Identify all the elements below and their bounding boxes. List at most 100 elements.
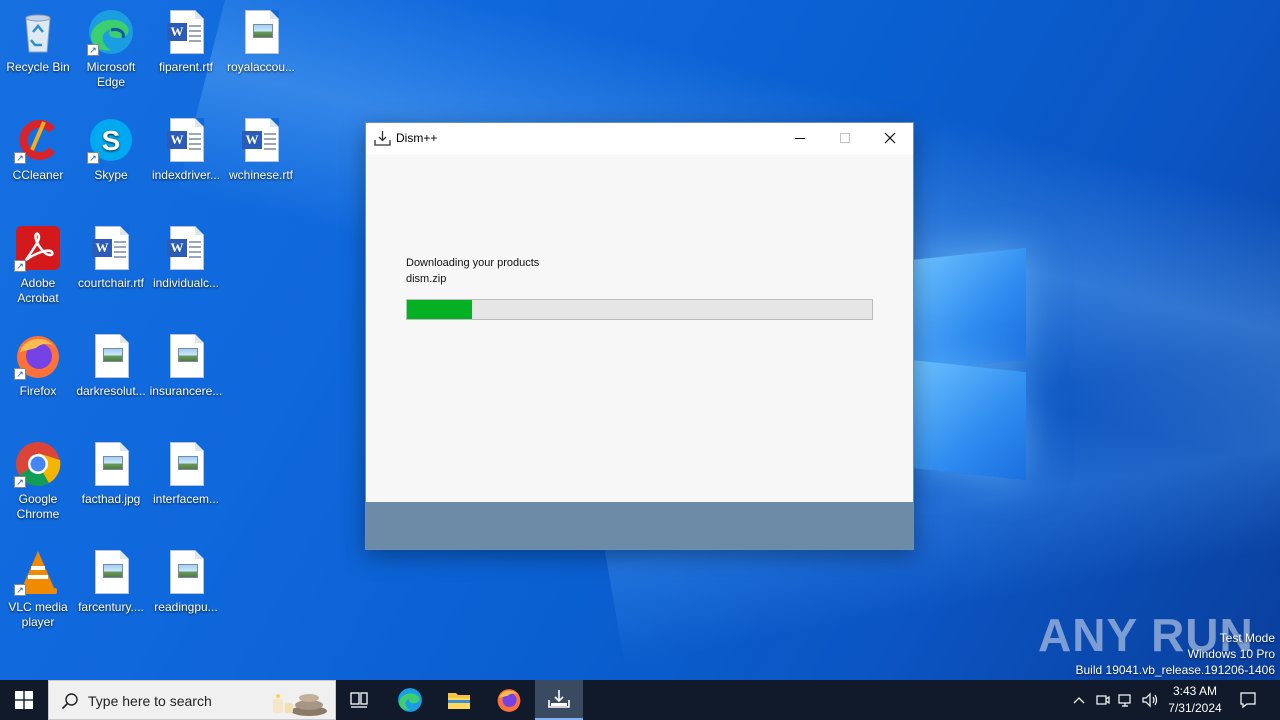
ccleaner-icon: ↗	[14, 116, 62, 164]
taskbar-edge[interactable]	[386, 680, 434, 720]
shortcut-arrow-icon: ↗	[14, 368, 26, 380]
taskbar-file-explorer[interactable]	[435, 680, 483, 720]
desktop-icon-skype[interactable]: S ↗ Skype	[73, 116, 149, 183]
edition-text: Windows 10 Pro	[1187, 647, 1275, 661]
shortcut-arrow-icon: ↗	[87, 152, 99, 164]
search-placeholder: Type here to search	[88, 693, 212, 709]
recycle-bin-icon	[14, 8, 62, 56]
svg-text:S: S	[102, 125, 121, 156]
desktop-icon-label: individualc...	[152, 276, 220, 290]
shortcut-arrow-icon: ↗	[87, 44, 99, 56]
image-file-icon	[162, 332, 210, 380]
word-document-icon: W	[162, 224, 210, 272]
meet-now-button[interactable]	[1092, 680, 1114, 720]
desktop-icon-label: indexdriver...	[151, 168, 221, 182]
shortcut-arrow-icon: ↗	[14, 260, 26, 272]
desktop-icon-label: insurancere...	[149, 384, 223, 398]
desktop-icon-individualc[interactable]: W individualc...	[148, 224, 224, 291]
notification-icon	[1240, 692, 1256, 709]
dism-icon	[548, 690, 570, 708]
minimize-button[interactable]	[777, 123, 822, 153]
volume-icon	[1142, 692, 1158, 708]
file-explorer-icon	[448, 693, 470, 709]
desktop-icon-farcentury[interactable]: farcentury....	[73, 548, 149, 615]
desktop-icon-label: interfacem...	[152, 492, 220, 506]
meet-now-icon	[1096, 695, 1110, 705]
desktop-icon-insurancere[interactable]: insurancere...	[148, 332, 224, 399]
skype-icon: S ↗	[87, 116, 135, 164]
test-mode-text: Test Mode	[1219, 631, 1275, 645]
desktop-icon-microsoft-edge[interactable]: ↗ Microsoft Edge	[73, 8, 149, 90]
build-text: Build 19041.vb_release.191206-1406	[1075, 663, 1276, 677]
desktop-icon-royalaccou[interactable]: royalaccou...	[223, 8, 299, 75]
firefox-icon	[497, 689, 521, 712]
word-document-icon: W	[162, 8, 210, 56]
chrome-icon: ↗	[14, 440, 62, 488]
network-icon	[1118, 694, 1131, 707]
close-button[interactable]	[867, 123, 912, 153]
desktop-icon-readingpu[interactable]: readingpu...	[148, 548, 224, 615]
image-file-icon	[162, 548, 210, 596]
minimize-icon	[794, 138, 805, 139]
shortcut-arrow-icon: ↗	[14, 476, 26, 488]
action-center-button[interactable]	[1232, 680, 1264, 720]
task-view-icon	[350, 692, 368, 708]
taskbar-firefox[interactable]	[485, 680, 533, 720]
start-button[interactable]	[0, 680, 48, 720]
edge-icon: ↗	[87, 8, 135, 56]
desktop-icon-recycle-bin[interactable]: Recycle Bin	[0, 8, 76, 75]
desktop-icon-label: fiparent.rtf	[158, 60, 214, 74]
maximize-icon	[839, 133, 850, 143]
shortcut-arrow-icon: ↗	[14, 152, 26, 164]
taskbar: Type here to search 3:43 AM 7/31/2024	[0, 680, 1280, 720]
close-icon	[884, 132, 895, 144]
taskbar-clock[interactable]: 3:43 AM 7/31/2024	[1162, 683, 1228, 717]
desktop-icon-label: VLC media player	[8, 600, 68, 629]
dism-app-icon	[374, 130, 391, 147]
download-status-text: Downloading your products	[406, 257, 540, 269]
search-highlight-image	[259, 685, 329, 717]
desktop-icon-interfacem[interactable]: interfacem...	[148, 440, 224, 507]
desktop-icon-label: Google Chrome	[16, 492, 60, 521]
desktop-icon-adobe-acrobat[interactable]: ↗ Adobe Acrobat	[0, 224, 76, 306]
desktop-icon-wchinese-rtf[interactable]: W wchinese.rtf	[223, 116, 299, 183]
edge-icon	[398, 688, 422, 712]
desktop-icon-label: Skype	[94, 168, 128, 182]
desktop-icon-label: facthad.jpg	[81, 492, 141, 506]
window-title: Dism++	[396, 131, 438, 145]
download-panel: Downloading your products dism.zip	[366, 154, 913, 502]
desktop-icon-firefox[interactable]: ↗ Firefox	[0, 332, 76, 399]
volume-button[interactable]	[1139, 680, 1161, 720]
image-file-icon	[87, 332, 135, 380]
desktop-icon-courtchair-rtf[interactable]: W courtchair.rtf	[73, 224, 149, 291]
desktop-icon-label: Firefox	[19, 384, 57, 398]
maximize-button[interactable]	[822, 123, 867, 153]
task-view-button[interactable]	[336, 680, 384, 720]
desktop-icon-ccleaner[interactable]: ↗ CCleaner	[0, 116, 76, 183]
desktop-icon-indexdriver[interactable]: W indexdriver...	[148, 116, 224, 183]
vlc-icon: ↗	[14, 548, 62, 596]
desktop-icon-facthad-jpg[interactable]: facthad.jpg	[73, 440, 149, 507]
desktop-icon-label: wchinese.rtf	[228, 168, 294, 182]
word-document-icon: W	[237, 116, 285, 164]
dism-window: Dism++ Downloading your products dism.zi…	[365, 122, 914, 550]
windows-start-icon	[15, 691, 33, 709]
search-icon	[61, 692, 79, 715]
firefox-icon: ↗	[14, 332, 62, 380]
window-titlebar[interactable]: Dism++	[366, 123, 913, 154]
acrobat-icon: ↗	[14, 224, 62, 272]
image-file-icon	[87, 548, 135, 596]
desktop-icon-google-chrome[interactable]: ↗ Google Chrome	[0, 440, 76, 522]
word-document-icon: W	[162, 116, 210, 164]
desktop-icon-vlc[interactable]: ↗ VLC media player	[0, 548, 76, 630]
desktop-icon-label: Adobe Acrobat	[17, 276, 59, 305]
clock-date: 7/31/2024	[1168, 701, 1222, 715]
desktop-icon-label: farcentury....	[78, 600, 144, 614]
desktop-icon-darkresolut[interactable]: darkresolut...	[73, 332, 149, 399]
desktop-icon-label: readingpu...	[154, 600, 218, 614]
desktop-icon-fiparent-rtf[interactable]: W fiparent.rtf	[148, 8, 224, 75]
taskbar-dism[interactable]	[535, 680, 583, 720]
show-hidden-icons-button[interactable]	[1068, 680, 1090, 720]
taskbar-search-box[interactable]: Type here to search	[48, 680, 336, 720]
network-button[interactable]	[1115, 680, 1137, 720]
